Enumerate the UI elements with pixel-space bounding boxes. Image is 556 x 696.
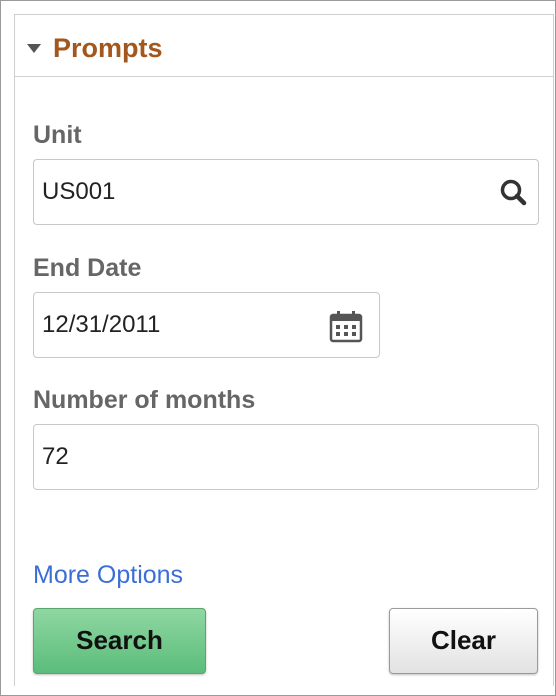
clear-button[interactable]: Clear xyxy=(389,608,538,674)
end-date-value[interactable]: 12/31/2011 xyxy=(42,310,160,340)
months-label: Number of months xyxy=(33,386,256,414)
unit-field[interactable]: US001 xyxy=(33,159,539,225)
end-date-label: End Date xyxy=(33,254,142,282)
search-icon[interactable] xyxy=(494,173,534,213)
more-options-link[interactable]: More Options xyxy=(33,560,183,590)
prompts-panel: Prompts Unit US001 End Date 12/31/2011 N… xyxy=(14,14,554,686)
prompts-window: Prompts Unit US001 End Date 12/31/2011 N… xyxy=(0,0,556,696)
panel-title: Prompts xyxy=(53,33,163,63)
prompts-header[interactable]: Prompts xyxy=(15,15,553,77)
end-date-field[interactable]: 12/31/2011 xyxy=(33,292,380,358)
calendar-icon[interactable] xyxy=(326,306,366,346)
unit-value[interactable]: US001 xyxy=(42,177,115,207)
search-button[interactable]: Search xyxy=(33,608,206,674)
months-field[interactable]: 72 xyxy=(33,424,539,490)
collapse-caret-icon[interactable] xyxy=(27,44,41,53)
unit-label: Unit xyxy=(33,121,82,149)
months-value[interactable]: 72 xyxy=(42,442,69,472)
